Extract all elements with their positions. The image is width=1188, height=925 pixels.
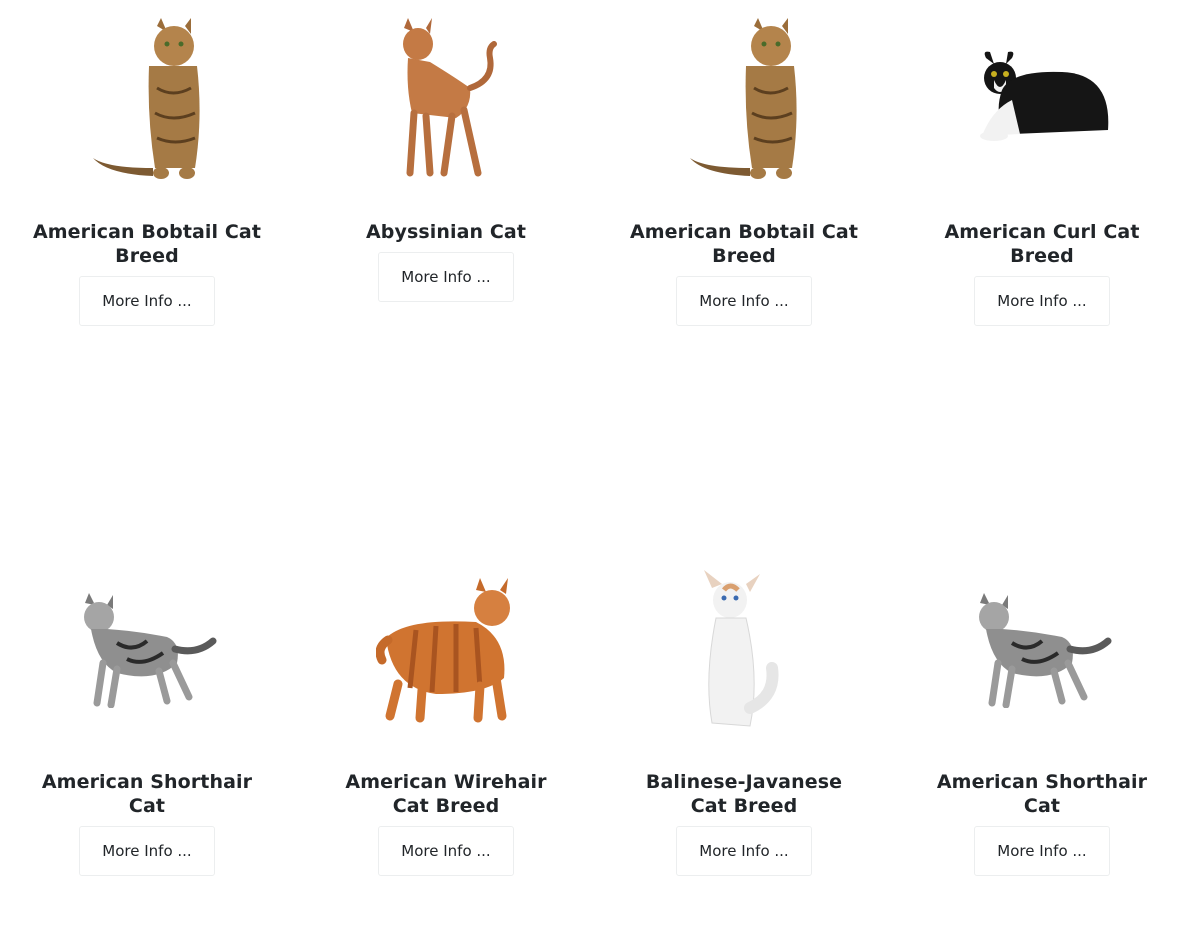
more-info-button[interactable]: More Info ... bbox=[676, 826, 812, 876]
cat-card: Abyssinian Cat More Info ... bbox=[306, 0, 586, 302]
more-info-button[interactable]: More Info ... bbox=[974, 826, 1110, 876]
cat-card: American Wirehair Cat Breed More Info ..… bbox=[306, 550, 586, 876]
cat-image bbox=[306, 0, 586, 200]
cat-breed-name: American Curl Cat Breed bbox=[944, 221, 1140, 267]
more-info-button[interactable]: More Info ... bbox=[79, 276, 215, 326]
cat-card: American Bobtail Cat Breed More Info ... bbox=[604, 0, 884, 326]
black-white-cat-lying-image bbox=[980, 51, 1109, 141]
cat-breed-name: Balinese-Javanese Cat Breed bbox=[645, 771, 843, 817]
cat-card: Balinese-Javanese Cat Breed More Info ..… bbox=[604, 550, 884, 876]
cat-card: American Shorthair Cat More Info ... bbox=[7, 550, 287, 876]
cat-image bbox=[902, 550, 1182, 750]
cat-image bbox=[7, 0, 287, 200]
cat-image bbox=[306, 550, 586, 750]
cat-breed-grid: American Bobtail Cat Breed More Info ...… bbox=[0, 0, 1188, 925]
more-info-button[interactable]: More Info ... bbox=[974, 276, 1110, 326]
cat-card: American Bobtail Cat Breed More Info ... bbox=[7, 0, 287, 326]
cat-breed-name: Abyssinian Cat bbox=[365, 221, 527, 243]
cat-breed-name: American Shorthair Cat bbox=[41, 771, 253, 817]
cat-breed-name: American Shorthair Cat bbox=[936, 771, 1148, 817]
cat-card: American Shorthair Cat More Info ... bbox=[902, 550, 1182, 876]
silver-tabby-cat-standing-image bbox=[979, 592, 1112, 708]
ruddy-cat-standing-image bbox=[403, 17, 497, 176]
white-cat-sitting-image bbox=[704, 569, 779, 727]
orange-tabby-cat-standing-image bbox=[376, 577, 510, 722]
cat-breed-name: American Bobtail Cat Breed bbox=[629, 221, 859, 267]
cat-breed-name: American Wirehair Cat Breed bbox=[345, 771, 547, 817]
cat-image bbox=[604, 0, 884, 200]
more-info-button[interactable]: More Info ... bbox=[676, 276, 812, 326]
cat-image bbox=[604, 550, 884, 750]
more-info-button[interactable]: More Info ... bbox=[378, 252, 514, 302]
tabby-cat-sitting-image bbox=[93, 17, 200, 179]
cat-image bbox=[902, 0, 1182, 200]
cat-card: American Curl Cat Breed More Info ... bbox=[902, 0, 1182, 326]
tabby-cat-sitting-image bbox=[690, 17, 797, 179]
silver-tabby-cat-standing-image bbox=[84, 592, 217, 708]
more-info-button[interactable]: More Info ... bbox=[79, 826, 215, 876]
cat-image bbox=[7, 550, 287, 750]
cat-breed-name: American Bobtail Cat Breed bbox=[32, 221, 262, 267]
more-info-button[interactable]: More Info ... bbox=[378, 826, 514, 876]
